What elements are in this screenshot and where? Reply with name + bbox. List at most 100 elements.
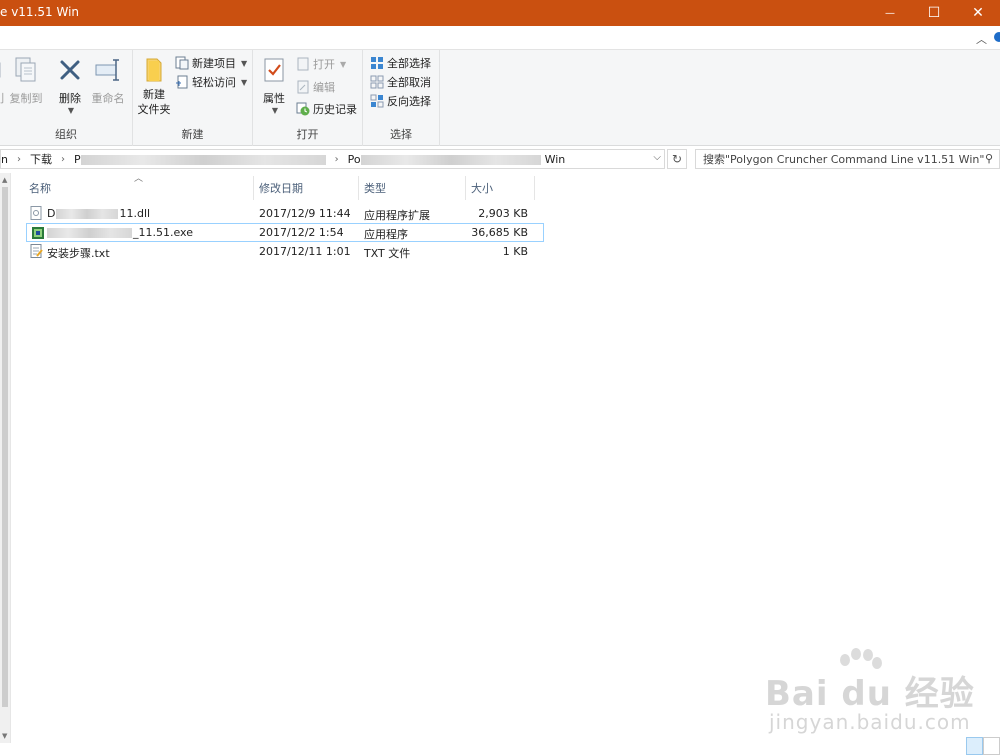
new-item-dropdown-icon: ▼ [241,58,248,68]
title-bar: e v11.51 Win — ☐ ✕ [0,0,1000,26]
delete-x-icon [55,54,85,86]
delete-button[interactable]: 删除 ▼ [55,54,85,115]
history-clock-icon [296,102,310,116]
easy-access-button[interactable]: 轻松访问 ▼ [175,73,247,91]
rename-icon [93,54,123,86]
file-name-start: 安装步骤.txt [47,247,110,260]
breadcrumb-segment[interactable]: P [70,153,330,166]
new-folder-button[interactable]: 新建 文件夹 [136,54,172,117]
file-name: 安装步骤.txt [47,245,110,261]
history-button[interactable]: 历史记录 [296,100,357,118]
select-all-label: 全部选择 [387,57,431,70]
edit-button[interactable]: 编辑 [296,78,335,96]
properties-checkmark-icon [259,54,289,86]
blurred-file-name [47,228,132,238]
new-folder-label: 新建 文件夹 [137,88,171,116]
rename-label: 重命名 [91,92,125,105]
group-label-open: 打开 [296,128,319,141]
select-all-icon [370,56,384,70]
column-header-label: 类型 [364,182,386,195]
breadcrumb-segment-text: P [73,152,81,166]
copy-to-icon [11,54,41,86]
open-dropdown-icon: ▼ [340,59,347,69]
ribbon-group-organize: 刂 复制到 删除 ▼ 重命名 组织 [0,50,133,146]
select-none-icon [370,75,384,89]
address-row: n › 下载 › P › Po Win ⌵ ↻ 搜索"Polygon Crunch… [0,146,1000,172]
column-header-label: 大小 [471,182,493,195]
column-header-type[interactable]: 类型 [359,176,466,200]
edit-label: 编辑 [313,81,335,94]
ribbon-collapse-chevron-icon[interactable]: ︿ [976,31,987,47]
large-icons-view-icon[interactable] [983,737,1000,755]
file-name-end: _11.51.exe [133,226,194,239]
scroll-up-arrow-icon[interactable]: ▲ [2,176,7,184]
refresh-icon: ↻ [671,152,683,166]
file-row[interactable]: _11.51.exe 2017/12/2 1:54 应用程序 36,685 KB [26,223,544,242]
column-header-date[interactable]: 修改日期 [254,176,359,200]
address-history-chevron-icon[interactable]: ⌵ [653,152,661,163]
file-name-end: 11.dll [119,207,151,220]
rename-button[interactable]: 重命名 [90,54,126,106]
breadcrumb-segment[interactable]: Po Win [344,153,570,166]
column-header-label: 名称 [29,182,51,195]
close-button[interactable]: ✕ [956,0,1000,26]
scrollbar-thumb[interactable] [2,187,8,707]
invert-selection-icon [370,94,384,108]
file-row[interactable]: 安装步骤.txt 2017/12/11 1:01 TXT 文件 1 KB [26,242,544,261]
breadcrumb-segment[interactable]: 下载 [26,151,56,167]
ribbon-tab-strip: ︿ [0,26,1000,50]
text-file-icon [30,244,43,258]
column-header-size[interactable]: 大小 [466,176,535,200]
view-mode-toggles [966,737,1000,755]
minimize-icon: — [885,7,895,19]
open-button[interactable]: 打开 ▼ [296,55,346,73]
select-all-button[interactable]: 全部选择 [370,54,431,72]
file-size: 1 KB [502,245,528,258]
breadcrumb-segment-text: Win [544,152,566,166]
file-date: 2017/12/9 11:44 [259,207,351,220]
new-item-button[interactable]: 新建项目 ▼ [175,54,247,72]
maximize-button[interactable]: ☐ [912,0,956,26]
file-type: 应用程序 [364,228,408,241]
properties-button[interactable]: 属性 ▼ [259,54,289,115]
invert-selection-button[interactable]: 反向选择 [370,92,431,110]
baidu-jingyan-watermark: Bai du 经验 jingyan.baidu.com [765,648,985,748]
history-label: 历史记录 [313,103,357,116]
search-placeholder: 搜索"Polygon Cruncher Command Line v11.51 … [703,153,985,166]
copy-to-label: 复制到 [9,92,43,105]
address-bar[interactable]: n › 下载 › P › Po Win ⌵ [0,149,665,169]
file-size: 36,685 KB [471,226,528,239]
open-icon [296,57,310,71]
column-header-name[interactable]: 名称 [24,176,254,200]
new-item-icon [175,56,189,70]
easy-access-label: 轻松访问 [192,76,236,89]
help-icon[interactable] [994,32,1000,42]
select-none-button[interactable]: 全部取消 [370,73,431,91]
easy-access-icon [175,75,189,89]
minimize-button[interactable]: — [868,0,912,26]
breadcrumb-chevron-icon[interactable]: › [12,154,26,165]
delete-dropdown-icon: ▼ [67,106,75,115]
blurred-file-name [56,209,119,219]
file-row[interactable]: D 11.dll 2017/12/9 11:44 应用程序扩展 2,903 KB [26,204,544,223]
search-input[interactable]: 搜索"Polygon Cruncher Command Line v11.51 … [695,149,1000,169]
breadcrumb-chevron-icon[interactable]: › [330,154,344,165]
breadcrumb-chevron-icon[interactable]: › [56,154,70,165]
ribbon-group-select: 全部选择 全部取消 反向选择 选择 [363,50,440,146]
new-folder-icon [139,54,169,86]
window-title: e v11.51 Win [0,5,80,19]
nav-pane-scrollbar[interactable]: ▲ ▼ [0,173,11,743]
details-view-icon[interactable] [966,737,983,755]
copy-to-button[interactable]: 复制到 [8,54,44,106]
file-size: 2,903 KB [478,207,528,220]
file-date: 2017/12/2 1:54 [259,226,344,239]
close-icon: ✕ [972,5,984,21]
group-label-organize: 组织 [55,128,77,141]
select-none-label: 全部取消 [387,76,431,89]
scroll-down-arrow-icon[interactable]: ▼ [2,732,7,740]
refresh-button[interactable]: ↻ [667,149,687,169]
group-label-select: 选择 [390,128,412,141]
maximize-icon: ☐ [927,5,941,21]
edit-pencil-icon [296,80,310,94]
breadcrumb-segment[interactable]: n [1,153,12,166]
